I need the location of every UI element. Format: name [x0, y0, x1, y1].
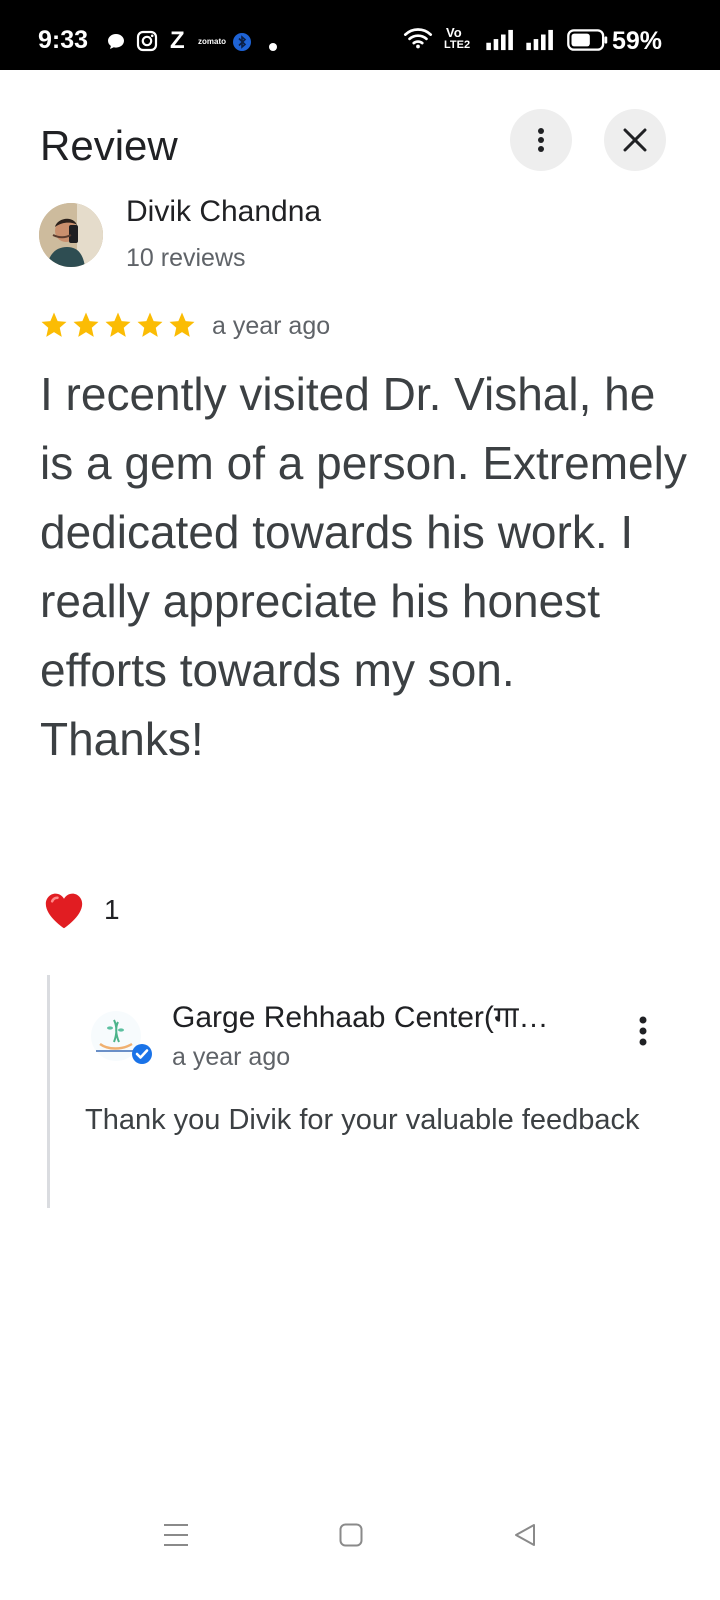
star-icon — [169, 312, 195, 337]
page-title: Review — [40, 122, 178, 169]
star-icon — [73, 312, 99, 337]
review-date: a year ago — [212, 312, 331, 340]
more-options-button[interactable] — [510, 109, 572, 171]
battery-icon — [567, 29, 608, 51]
zomato-icon: zomato — [198, 37, 226, 46]
volte-icon: Vo — [446, 25, 462, 40]
reaction-button[interactable]: 1 — [42, 890, 120, 930]
avatar-image — [39, 203, 103, 267]
z-icon: Z — [170, 27, 185, 54]
star-icon — [105, 312, 131, 337]
home-icon[interactable] — [339, 1523, 363, 1547]
status-time: 9:33 — [38, 26, 89, 54]
logo-image — [91, 1011, 152, 1064]
reaction-count: 1 — [104, 894, 120, 925]
back-icon[interactable] — [513, 1523, 537, 1547]
star-icon — [41, 312, 67, 337]
owner-reply-date: a year ago — [172, 1043, 291, 1071]
wifi-icon — [403, 28, 433, 49]
owner-name[interactable]: Garge Rehhaab Center(गा… — [172, 995, 592, 1036]
heart-icon — [45, 893, 83, 929]
volte-label: LTE2 — [444, 39, 471, 51]
star-rating — [38, 310, 198, 340]
instagram-icon — [136, 30, 158, 52]
star-icon — [137, 312, 163, 337]
avatar[interactable] — [39, 203, 103, 267]
signal-icon — [486, 29, 513, 51]
reviewer-name[interactable]: Divik Chandna — [126, 195, 321, 229]
owner-reply-text: Thank you Divik for your valuable feedba… — [85, 1104, 640, 1136]
review-sheet: Review Divik Chandna 10 reviews a year a… — [0, 70, 720, 1510]
reply-more-button[interactable] — [638, 1015, 648, 1052]
review-text: I recently visited Dr. Vishal, he is a g… — [40, 368, 687, 765]
battery-percentage: 59% — [612, 27, 663, 55]
close-button[interactable] — [604, 109, 666, 171]
reviewer-review-count: 10 reviews — [126, 244, 246, 272]
phone-screen: 9:33 Z zomato Vo LTE2 59% Review Divik C… — [0, 0, 720, 1600]
navigation-bar — [0, 1481, 720, 1600]
dot-icon — [269, 43, 277, 51]
owner-logo[interactable] — [90, 1010, 156, 1068]
signal-icon — [526, 29, 553, 51]
chat-bubble-icon — [108, 34, 124, 49]
more-vert-icon — [639, 1016, 647, 1046]
status-bar: 9:33 Z zomato Vo LTE2 59% — [0, 0, 720, 70]
owner-reply: Garge Rehhaab Center(गा… a year ago Than… — [47, 975, 677, 1208]
bluetooth-app-icon — [233, 33, 251, 51]
close-icon — [623, 128, 647, 152]
more-vert-icon — [538, 128, 544, 152]
menu-icon[interactable] — [163, 1523, 189, 1547]
